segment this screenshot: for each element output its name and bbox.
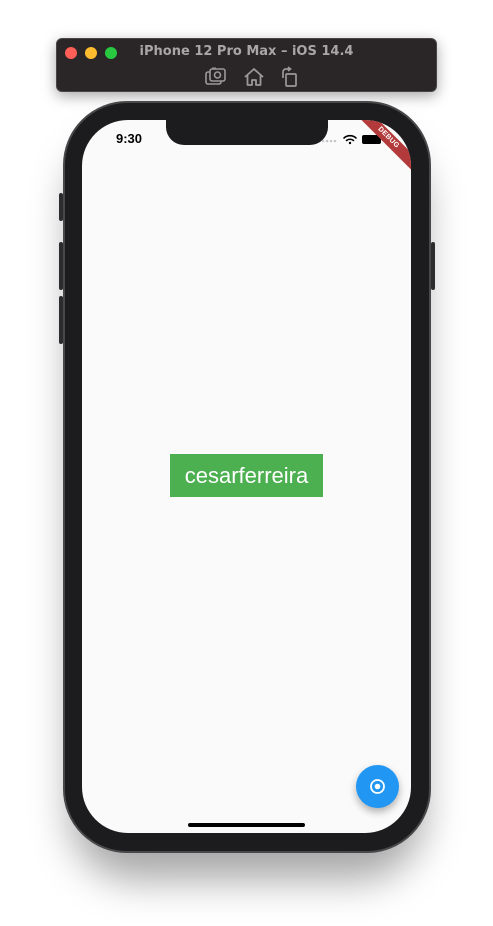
- radio-button-icon: [370, 779, 385, 794]
- home-icon[interactable]: [242, 66, 266, 88]
- app-screen: 9:30 DEBUG cesarferreira: [82, 120, 411, 833]
- rotate-icon[interactable]: [278, 66, 302, 88]
- home-indicator: [188, 823, 305, 827]
- cellular-icon: [321, 139, 337, 143]
- notch: [166, 120, 328, 145]
- volume-up-button: [59, 242, 63, 290]
- simulator-title-bar: iPhone 12 Pro Max – iOS 14.4: [56, 38, 437, 92]
- volume-down-button: [59, 296, 63, 344]
- silent-switch: [59, 193, 63, 221]
- stage: iPhone 12 Pro Max – iOS 14.4 9:30 DEBUG …: [0, 0, 493, 926]
- simulator-toolbar: [202, 66, 302, 88]
- floating-action-button[interactable]: [356, 765, 399, 808]
- power-button: [431, 242, 435, 290]
- name-label: cesarferreira: [170, 454, 323, 497]
- status-time: 9:30: [116, 131, 143, 146]
- screenshot-icon[interactable]: [204, 66, 228, 88]
- simulator-title: iPhone 12 Pro Max – iOS 14.4: [139, 44, 354, 59]
- wifi-icon: [343, 134, 357, 142]
